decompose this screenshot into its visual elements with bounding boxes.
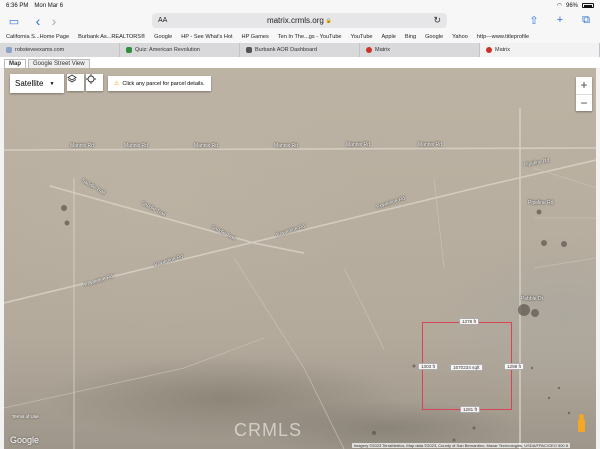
browser-tab[interactable]: Quiz: American Revolution: [120, 43, 240, 57]
status-time: 6:36 PM: [6, 2, 29, 9]
lock-icon: 🔒: [325, 17, 333, 24]
tab-label: Matrix: [375, 47, 390, 53]
map-type-label: Satellite: [15, 79, 44, 88]
tab-favicon-icon: [246, 47, 252, 53]
crosshair-icon: [86, 74, 96, 84]
locate-button[interactable]: [86, 74, 103, 91]
bookmark-item[interactable]: HP - See What's Hot: [181, 34, 232, 40]
bookmark-item[interactable]: Apple: [382, 34, 396, 40]
satellite-map[interactable]: Mannix Rd Mannix Rd Mannix Rd Mannix Rd …: [4, 68, 596, 449]
status-date: Mon Mar 6: [34, 2, 64, 9]
tab-label: Matrix: [495, 47, 510, 53]
road-label: Mannix Rd: [418, 142, 442, 148]
crmls-watermark: CRMLS: [234, 420, 303, 440]
browser-tab-active[interactable]: Matrix: [480, 43, 600, 57]
road-label: Mannix Rd: [194, 143, 218, 149]
map-type-dropdown[interactable]: Satellite ▼: [10, 74, 64, 93]
tab-favicon-icon: [6, 47, 12, 53]
status-bar: 6:36 PM Mon Mar 6 ◠ 96%: [0, 0, 600, 11]
terms-link[interactable]: Terms of Use: [12, 414, 39, 419]
road-label: Mannix Rd: [124, 143, 148, 149]
bookmark-item[interactable]: YouTube: [351, 34, 373, 40]
hint-text: Click any parcel for parcel details.: [122, 80, 205, 87]
zoom-control: + −: [576, 77, 592, 111]
zoom-in-button[interactable]: +: [576, 77, 592, 95]
bookmark-item[interactable]: California S...Home Page: [6, 34, 69, 40]
tab-label: Burbank AOR Dashboard: [255, 47, 318, 53]
road-label: Mannix Rd: [346, 142, 370, 148]
forward-button[interactable]: ›: [46, 13, 62, 29]
bookmark-item[interactable]: Bing: [405, 34, 416, 40]
layers-button[interactable]: [67, 74, 84, 91]
parcel-hint: ⚠ Click any parcel for parcel details.: [108, 76, 211, 91]
browser-tab[interactable]: Matrix: [360, 43, 480, 57]
bookmark-item[interactable]: http---www.titleprofile: [477, 34, 529, 40]
road-label: Mannix Rd: [70, 143, 94, 149]
reload-button[interactable]: ↻: [433, 15, 441, 26]
layers-icon: [67, 74, 77, 83]
browser-tab[interactable]: robsteveexams.com: [0, 43, 120, 57]
tab-label: Quiz: American Revolution: [135, 47, 200, 53]
browser-tabs: robsteveexams.com Quiz: American Revolut…: [0, 43, 600, 57]
tab-favicon-icon: [366, 47, 372, 53]
parcel-dim-top: 1278 ft: [459, 318, 480, 325]
browser-tab[interactable]: Burbank AOR Dashboard: [240, 43, 360, 57]
street-view-pegman[interactable]: [574, 414, 588, 435]
browser-toolbar: ▭ ‹ › AA matrix.crmls.org 🔒 ↻ ⇧ + ⧉: [0, 11, 600, 31]
status-right: ◠ 96%: [557, 2, 594, 9]
sidebar-icon[interactable]: ▭: [6, 15, 22, 28]
parcel-area: 1670234 sqft: [450, 364, 483, 371]
bookmark-item[interactable]: Ten In The...gs - YouTube: [278, 34, 342, 40]
tab-overview-button[interactable]: ⧉: [578, 14, 594, 27]
bookmarks-bar: California S...Home Page Burbank As...RE…: [0, 31, 600, 43]
road-label: Mannix Rd: [274, 143, 298, 149]
bookmark-item[interactable]: Google: [154, 34, 172, 40]
battery-icon: [582, 3, 594, 8]
zoom-out-button[interactable]: −: [576, 95, 592, 112]
pegman-icon: [577, 414, 585, 432]
reader-aa-button[interactable]: AA: [158, 17, 167, 24]
address-url: matrix.crmls.org: [266, 16, 324, 25]
tab-street-view[interactable]: Google Street View: [28, 59, 90, 68]
address-bar[interactable]: AA matrix.crmls.org 🔒 ↻: [152, 13, 447, 28]
road-label: Pipeline Rd: [528, 200, 554, 206]
bookmark-item[interactable]: HP Games: [242, 34, 269, 40]
bookmark-item[interactable]: Google: [425, 34, 443, 40]
tab-label: robsteveexams.com: [15, 47, 65, 53]
battery-percent: 96%: [565, 2, 578, 9]
parcel-dim-left: 1303 ft: [418, 363, 439, 370]
new-tab-button[interactable]: +: [552, 14, 568, 27]
parcel-dim-bottom: 1281 ft: [460, 406, 481, 413]
road-label: Pebble Dr: [521, 296, 544, 302]
tab-favicon-icon: [126, 47, 132, 53]
map-attribution: Imagery ©2023 TerraMetrics, Map data ©20…: [351, 443, 570, 448]
bookmark-item[interactable]: Yahoo: [452, 34, 468, 40]
wifi-icon: ◠: [556, 3, 562, 9]
share-button[interactable]: ⇧: [526, 14, 542, 27]
map-view-tabs: Map Google Street View: [0, 57, 600, 68]
chevron-down-icon: ▼: [49, 80, 55, 87]
parcel-dim-right: 1298 ft: [504, 363, 525, 370]
google-logo: Google: [10, 435, 40, 445]
warning-icon: ⚠: [114, 81, 120, 87]
bookmark-item[interactable]: Burbank As...REALTORS®: [78, 34, 145, 40]
toolbar-right: ⇧ + ⧉: [526, 14, 594, 27]
back-button[interactable]: ‹: [30, 13, 46, 29]
tab-favicon-icon: [486, 47, 492, 53]
tab-map[interactable]: Map: [4, 59, 26, 68]
